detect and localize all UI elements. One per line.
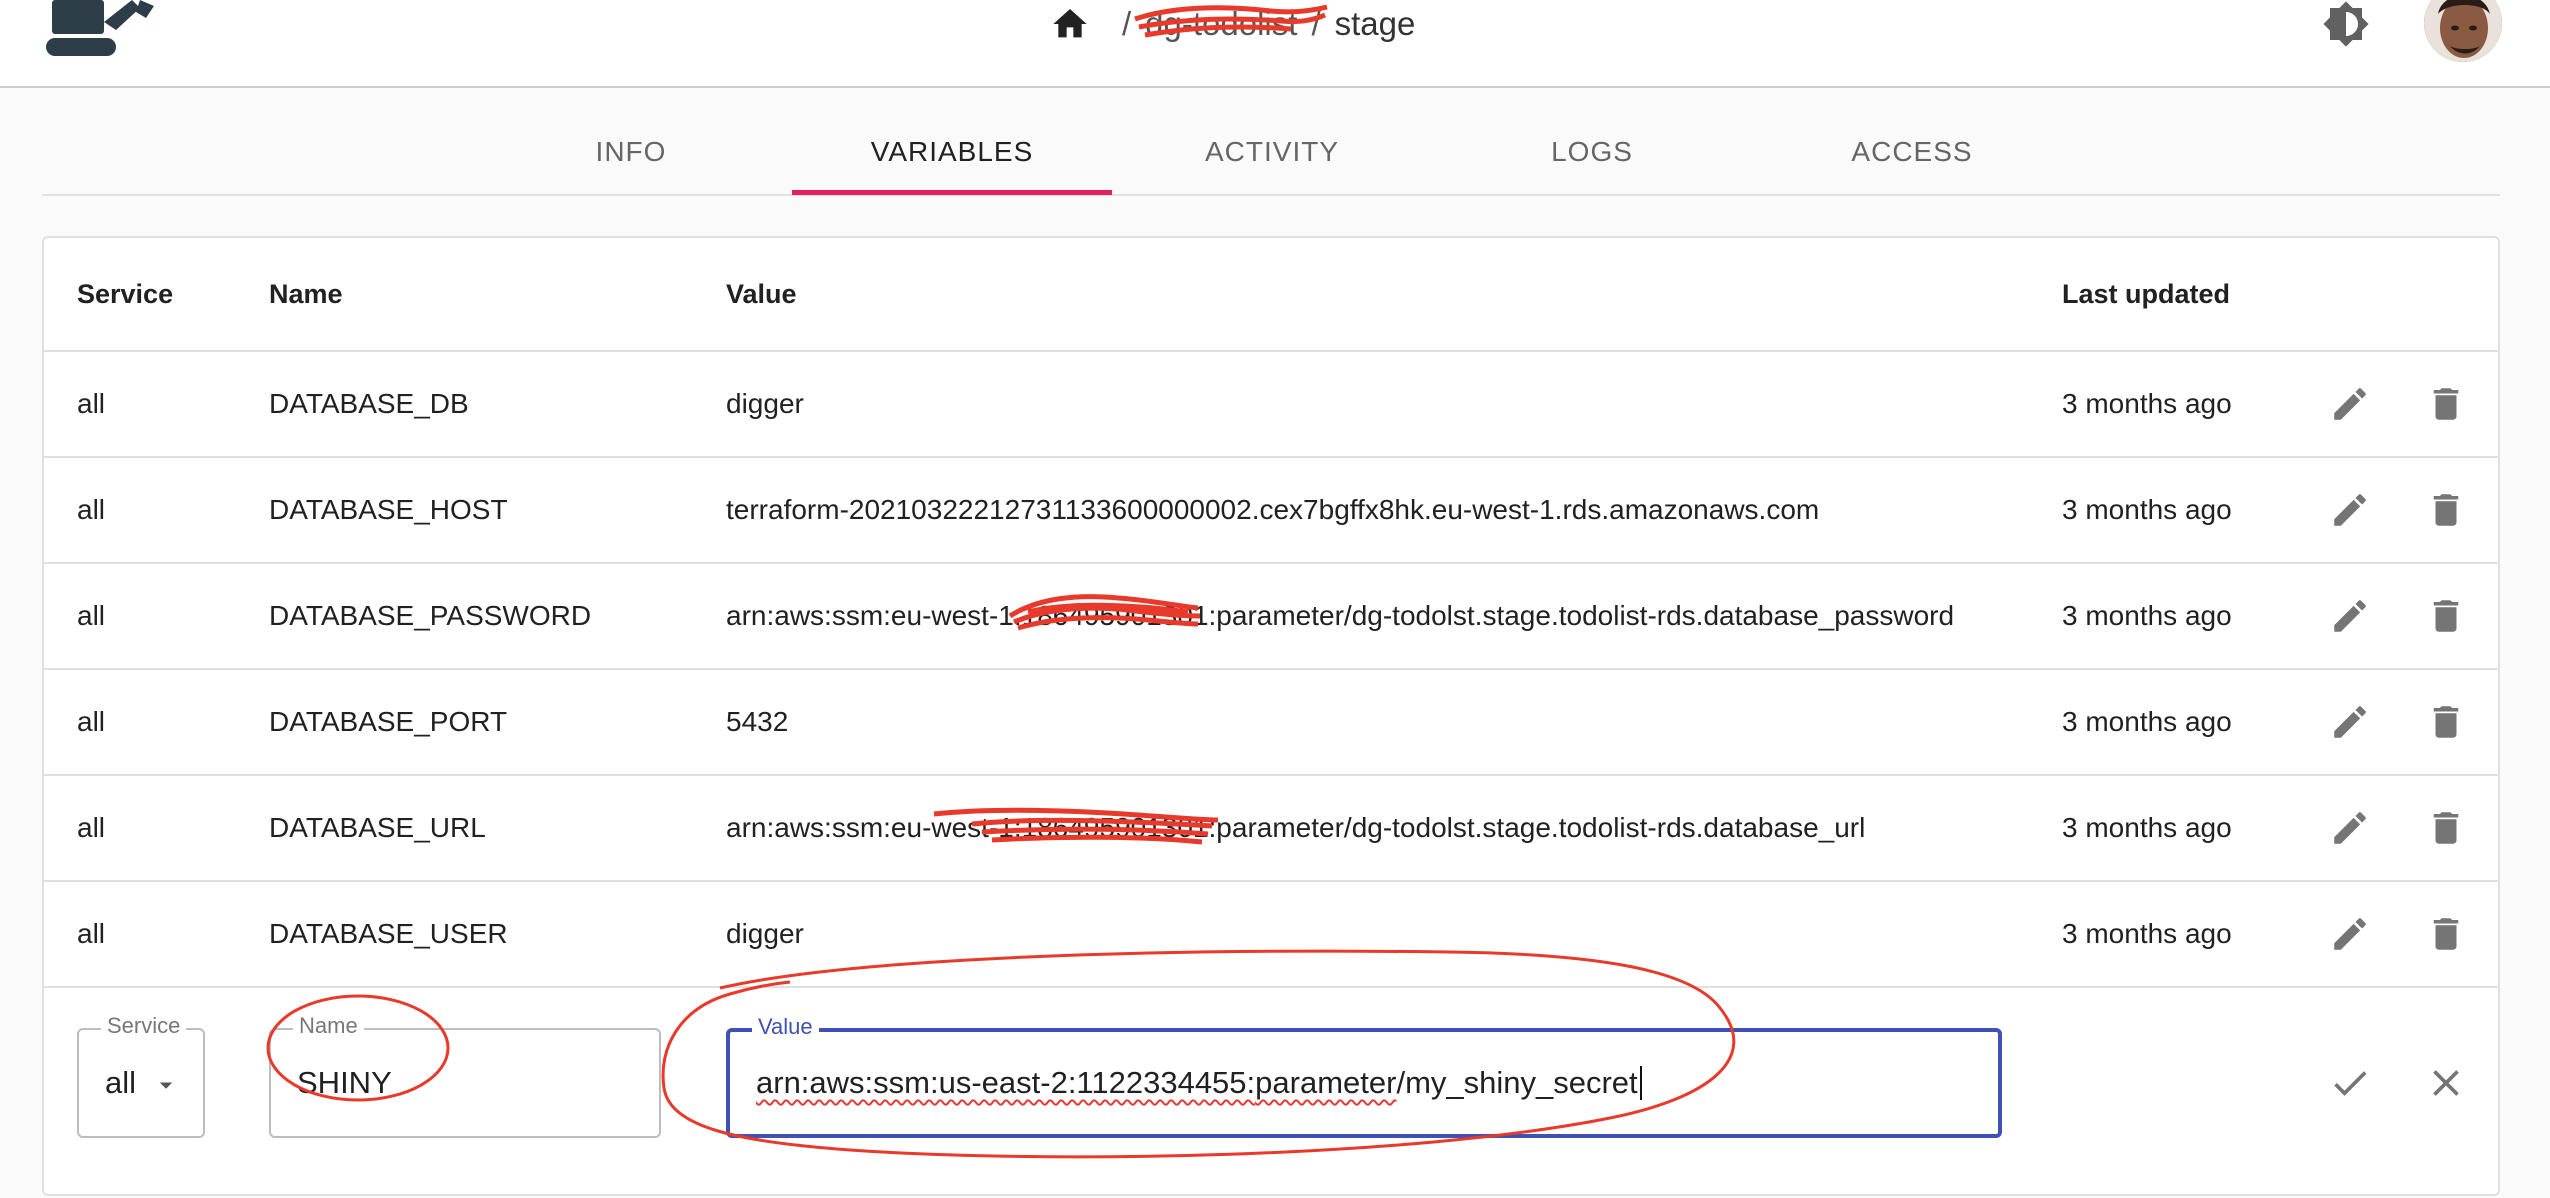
row-value: arn:aws:ssm:eu-west-1:186495901301:param… [726,776,1865,880]
cancel-button[interactable] [2422,1028,2470,1138]
row-name: DATABASE_URL [269,812,486,843]
row-value: 5432 [726,706,789,737]
edit-button[interactable] [2326,564,2374,668]
pencil-icon [2334,388,2366,420]
table-row: all DATABASE_DB digger 3 months ago [44,352,2498,458]
row-last-updated: 3 months ago [2062,494,2232,525]
table-header-row: Service Name Value Last updated [44,238,2498,352]
column-header-value[interactable]: Value [726,238,797,350]
tab-bar: INFO VARIABLES ACTIVITY LOGS ACCESS [42,110,2500,196]
trash-icon [2433,494,2459,526]
redacted-account-id: 186495901301 [933,807,1218,845]
home-icon[interactable] [1050,4,1090,44]
row-value-suffix: :parameter/dg-todolst.stage.todolist-rds… [1208,600,1955,631]
row-service: all [77,600,106,631]
value-field[interactable]: Value arn:aws:ssm:us-east-2:1122334455: p… [726,1014,2002,1138]
edit-button[interactable] [2326,882,2374,986]
brightness-icon[interactable] [2322,0,2370,48]
delete-button[interactable] [2422,776,2470,880]
row-last-updated: 3 months ago [2062,600,2232,631]
value-field-value: arn:aws:ssm:us-east-2:1122334455: paramet… [756,1032,1642,1134]
delete-button[interactable] [2422,882,2470,986]
new-variable-row: Service all Name SHINY Value arn:aws:ssm… [44,988,2498,1198]
row-name: DATABASE_PORT [269,706,508,737]
row-value: digger [726,388,804,419]
row-service: all [77,706,106,737]
tab-logs[interactable]: LOGS [1432,110,1752,194]
edit-button[interactable] [2326,670,2374,774]
row-service: all [77,812,106,843]
tab-variables[interactable]: VARIABLES [792,110,1112,194]
service-select[interactable]: Service all [77,1013,205,1138]
breadcrumb: / dg-todolist / stage [1050,0,1415,48]
pencil-icon [2334,494,2366,526]
row-service: all [77,918,106,949]
row-value-suffix: :parameter/dg-todolst.stage.todolist-rds… [1208,812,1866,843]
redacted-account-id: :186495901301 [1008,594,1209,632]
row-value-prefix: arn:aws:ssm:eu-west-1: [726,812,1022,843]
app-header: / dg-todolist / stage [0,0,2550,88]
row-name: DATABASE_DB [269,388,469,419]
variables-table: Service Name Value Last updated all DATA… [42,236,2500,1196]
table-row: all DATABASE_HOST terraform-202103222127… [44,458,2498,564]
trash-icon [2433,918,2459,950]
row-last-updated: 3 months ago [2062,706,2232,737]
tab-info[interactable]: INFO [471,110,791,194]
column-header-name[interactable]: Name [269,238,343,350]
row-name: DATABASE_HOST [269,494,508,525]
row-service: all [77,388,106,419]
trash-icon [2433,600,2459,632]
trash-icon [2433,812,2459,844]
check-icon [2334,1071,2367,1096]
table-row: all DATABASE_USER digger 3 months ago [44,882,2498,988]
row-value: arn:aws:ssm:eu-west-1:186495901301:param… [726,564,1954,668]
trash-icon [2433,388,2459,420]
edit-button[interactable] [2326,458,2374,562]
row-name: DATABASE_USER [269,918,508,949]
name-field[interactable]: Name SHINY [269,1013,661,1138]
table-row: all DATABASE_PORT 5432 3 months ago [44,670,2498,776]
row-name: DATABASE_PASSWORD [269,600,592,631]
text-caret [1639,1066,1642,1100]
row-last-updated: 3 months ago [2062,918,2232,949]
delete-button[interactable] [2422,458,2470,562]
tab-access[interactable]: ACCESS [1752,110,2072,194]
delete-button[interactable] [2422,670,2470,774]
table-row: all DATABASE_URL arn:aws:ssm:eu-west-1: 1… [44,776,2498,882]
row-value: digger [726,918,804,949]
edit-button[interactable] [2326,352,2374,456]
breadcrumb-separator: / [1122,5,1132,42]
user-avatar[interactable] [2424,0,2502,62]
pencil-icon [2334,918,2366,950]
delete-button[interactable] [2422,564,2470,668]
chevron-down-icon [159,1082,173,1089]
row-value: terraform-20210322212731133600000002.cex… [726,494,1820,525]
breadcrumb-environment[interactable]: stage [1335,5,1416,43]
trash-icon [2433,706,2459,738]
pencil-icon [2334,600,2366,632]
active-tab-indicator [792,190,1112,195]
row-last-updated: 3 months ago [2062,388,2232,419]
breadcrumb-project[interactable]: dg-todolist [1134,4,1328,43]
delete-button[interactable] [2422,352,2470,456]
service-select-value: all [105,1065,137,1100]
pencil-icon [2334,706,2366,738]
row-last-updated: 3 months ago [2062,812,2232,843]
pencil-icon [2334,812,2366,844]
column-header-last-updated[interactable]: Last updated [2062,238,2230,350]
edit-button[interactable] [2326,776,2374,880]
excavator-logo-icon[interactable] [42,0,162,60]
row-value-prefix: arn:aws:ssm:eu-west-1 [726,600,1014,631]
column-header-service[interactable]: Service [77,238,173,350]
name-field-value: SHINY [297,1065,392,1100]
row-service: all [77,494,106,525]
confirm-button[interactable] [2326,1028,2374,1138]
tab-activity[interactable]: ACTIVITY [1112,110,1432,194]
table-row: all DATABASE_PASSWORD arn:aws:ssm:eu-wes… [44,564,2498,670]
close-icon [2433,1070,2459,1096]
